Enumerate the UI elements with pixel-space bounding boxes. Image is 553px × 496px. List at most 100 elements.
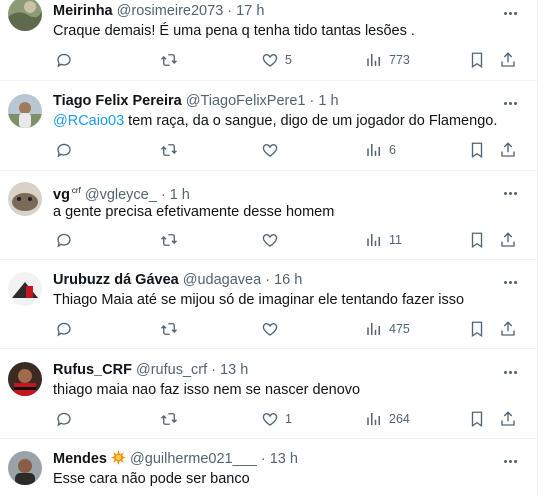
more-options-button[interactable] <box>504 182 526 200</box>
like-count: 1 <box>285 412 292 426</box>
bookmark-button[interactable] <box>468 230 486 250</box>
share-button[interactable] <box>499 409 517 429</box>
user-handle[interactable]: @rosimeire2073 <box>117 3 224 19</box>
user-handle[interactable]: @TiagoFelixPere1 <box>186 93 306 109</box>
more-options-button[interactable] <box>504 361 526 379</box>
tweet-header: Meirinha @rosimeire2073 · 17 h <box>53 2 264 20</box>
separator-dot: · <box>260 451 266 467</box>
display-name[interactable]: Tiago Felix Pereira <box>53 93 182 109</box>
like-icon <box>262 234 278 247</box>
timestamp[interactable]: 16 h <box>274 272 302 288</box>
timestamp[interactable]: 1 h <box>170 187 190 203</box>
reply-icon <box>57 322 71 337</box>
separator-dot: · <box>211 362 216 378</box>
user-handle[interactable]: @vgleyce_ <box>85 187 157 203</box>
like-button[interactable] <box>261 230 285 250</box>
separator-dot: · <box>227 3 233 19</box>
views-icon <box>367 54 380 66</box>
tweet-divider <box>0 80 537 81</box>
tweet-text-content: a gente precisa efetivamente desse homem <box>53 204 335 220</box>
tweet-header: Rufus_CRF @rufus_crf · 13 h <box>53 361 248 379</box>
retweet-button[interactable] <box>160 319 184 339</box>
like-count: 5 <box>285 53 292 67</box>
bookmark-button[interactable] <box>468 319 486 339</box>
display-name[interactable]: Urubuzz dá Gávea <box>53 272 179 288</box>
share-button[interactable] <box>499 230 517 250</box>
display-name[interactable]: Meirinha <box>53 3 113 19</box>
views-count: 6 <box>389 143 396 157</box>
avatar[interactable] <box>8 0 42 31</box>
retweet-button[interactable] <box>160 230 184 250</box>
reply-button[interactable] <box>55 230 79 250</box>
display-name[interactable]: Rufus_CRF <box>53 362 132 378</box>
share-icon <box>501 411 515 426</box>
views-button[interactable]: 475 <box>365 319 410 339</box>
more-options-button[interactable] <box>504 450 526 468</box>
views-button[interactable]: 264 <box>365 409 410 429</box>
display-name[interactable]: Mendes <box>53 451 107 467</box>
like-button[interactable] <box>261 319 285 339</box>
avatar[interactable] <box>8 94 42 128</box>
user-handle[interactable]: @guilherme021___ <box>130 451 257 467</box>
timestamp[interactable]: 1 h <box>318 93 338 109</box>
share-button[interactable] <box>499 319 517 339</box>
reply-icon <box>57 53 71 68</box>
like-button[interactable]: 5 <box>261 50 292 70</box>
reply-icon <box>57 143 71 158</box>
more-options-button[interactable] <box>504 271 526 289</box>
share-icon <box>501 232 515 247</box>
mention-link[interactable]: @RCaio03 <box>53 113 124 129</box>
retweet-button[interactable] <box>160 140 184 160</box>
timestamp[interactable]: 13 h <box>220 362 248 378</box>
reply-button[interactable] <box>55 140 79 160</box>
user-handle[interactable]: @rufus_crf <box>136 362 207 378</box>
timestamp[interactable]: 17 h <box>236 3 264 19</box>
views-button[interactable]: 6 <box>365 140 396 160</box>
bookmark-button[interactable] <box>468 140 486 160</box>
timestamp[interactable]: 13 h <box>270 451 298 467</box>
views-button[interactable]: 11 <box>365 230 402 250</box>
avatar[interactable] <box>8 362 42 396</box>
share-icon <box>501 142 515 157</box>
reply-button[interactable] <box>55 319 79 339</box>
tweet-header: Urubuzz dá Gávea @udagavea · 16 h <box>53 271 302 289</box>
reply-button[interactable] <box>55 409 79 429</box>
more-icon <box>504 192 507 195</box>
more-options-button[interactable] <box>504 92 526 110</box>
action-bar: 6 <box>0 140 537 160</box>
more-icon <box>504 102 507 105</box>
more-icon <box>504 12 507 15</box>
retweet-icon <box>161 54 177 66</box>
retweet-icon <box>161 413 177 425</box>
views-count: 475 <box>389 322 410 336</box>
share-button[interactable] <box>499 140 517 160</box>
retweet-button[interactable] <box>160 50 184 70</box>
like-button[interactable] <box>261 140 285 160</box>
views-icon <box>367 323 380 335</box>
views-icon <box>367 234 380 246</box>
more-icon <box>504 371 507 374</box>
tweet-divider <box>0 348 537 349</box>
reply-icon <box>57 412 71 427</box>
reply-button[interactable] <box>55 50 79 70</box>
retweet-button[interactable] <box>160 409 184 429</box>
avatar[interactable] <box>8 182 42 216</box>
share-icon <box>501 321 515 336</box>
bookmark-button[interactable] <box>468 409 486 429</box>
bookmark-icon <box>471 411 483 428</box>
tweet-text-content: Esse cara não pode ser banco <box>53 471 250 487</box>
separator-dot: · <box>309 93 315 109</box>
more-options-button[interactable] <box>504 2 526 20</box>
like-button[interactable]: 1 <box>261 409 292 429</box>
action-bar: 11 <box>0 230 537 250</box>
avatar[interactable] <box>8 272 42 306</box>
avatar[interactable] <box>8 451 42 485</box>
display-name[interactable]: vg crf <box>53 186 81 203</box>
bookmark-button[interactable] <box>468 50 486 70</box>
share-button[interactable] <box>499 50 517 70</box>
tweet-text-content: thiago maia nao faz isso nem se nascer d… <box>53 382 361 398</box>
views-button[interactable]: 773 <box>365 50 410 70</box>
user-handle[interactable]: @udagavea <box>183 272 261 288</box>
like-icon <box>262 323 278 336</box>
reply-icon <box>57 233 71 248</box>
